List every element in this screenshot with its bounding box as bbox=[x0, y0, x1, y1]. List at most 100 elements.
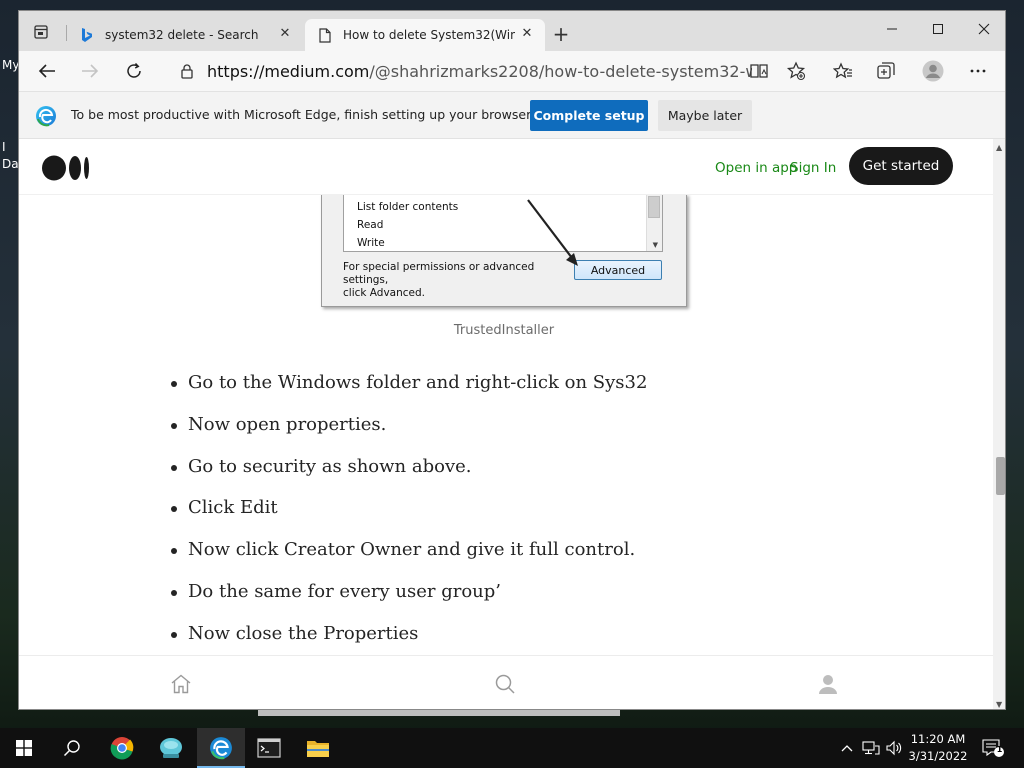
tab-title: How to delete System32(Windo bbox=[343, 28, 515, 42]
taskbar-file-explorer[interactable] bbox=[294, 728, 342, 768]
list-item-text: Go to the Windows folder and right-click… bbox=[188, 372, 648, 393]
taskbar: 11:20 AM 3/31/2022 1 bbox=[0, 728, 1024, 768]
notification-center-button[interactable]: 1 bbox=[982, 738, 1004, 758]
get-started-button[interactable]: Get started bbox=[849, 147, 953, 185]
horizontal-scrollbar[interactable] bbox=[258, 710, 620, 716]
close-window-icon[interactable] bbox=[961, 15, 1005, 43]
edge-logo-icon bbox=[36, 106, 56, 127]
system-clock[interactable]: 11:20 AM 3/31/2022 bbox=[906, 731, 970, 765]
image-caption: TrustedInstaller bbox=[453, 323, 555, 338]
site-header: Open in app Sign In Get started bbox=[19, 139, 993, 195]
setup-infobar: To be most productive with Microsoft Edg… bbox=[19, 91, 1005, 139]
star-add-icon bbox=[786, 61, 806, 81]
bullet-icon bbox=[171, 381, 177, 387]
page-content: List folder contents Read Write ▼ For sp… bbox=[19, 139, 993, 709]
browser-window: system32 delete - Search ✕ How to delete… bbox=[18, 10, 1006, 710]
list-item-text: Go to security as shown above. bbox=[188, 455, 472, 477]
forward-button[interactable] bbox=[75, 57, 105, 85]
url-text[interactable]: https://medium.com/@shahrizmarks2208/how… bbox=[207, 62, 752, 81]
bullet-icon bbox=[171, 589, 177, 596]
list-item: Go to security as shown above. bbox=[171, 455, 888, 497]
terminal-icon bbox=[257, 738, 281, 758]
collections-button[interactable] bbox=[871, 57, 901, 85]
sign-in-link[interactable]: Sign In bbox=[790, 160, 836, 176]
tab-title: system32 delete - Search bbox=[105, 28, 259, 42]
desktop-label: Da bbox=[2, 157, 19, 171]
complete-setup-button[interactable]: Complete setup bbox=[530, 100, 648, 131]
taskbar-edge[interactable] bbox=[197, 728, 245, 768]
search-button[interactable] bbox=[48, 728, 96, 768]
bullet-icon bbox=[171, 464, 177, 471]
list-item-text: Click Edit bbox=[188, 497, 278, 519]
desktop-label: I bbox=[2, 140, 6, 154]
clock-date: 3/31/2022 bbox=[908, 749, 968, 763]
refresh-button[interactable] bbox=[119, 57, 149, 85]
edge-icon bbox=[210, 737, 232, 760]
tab-actions-button[interactable] bbox=[27, 21, 55, 43]
bullet-icon bbox=[171, 506, 177, 513]
settings-more-button[interactable] bbox=[963, 57, 993, 85]
search-icon bbox=[63, 740, 80, 757]
tab-article[interactable]: How to delete System32(Windo ✕ bbox=[305, 19, 545, 51]
browser-toolbar: https://medium.com/@shahrizmarks2208/how… bbox=[19, 51, 1005, 91]
list-item-text: Do the same for every user group’ bbox=[188, 580, 502, 602]
start-button[interactable] bbox=[0, 728, 48, 768]
profile-button[interactable] bbox=[918, 57, 948, 85]
taskbar-app[interactable] bbox=[147, 728, 195, 768]
show-hidden-icons-icon[interactable] bbox=[838, 739, 856, 757]
taskbar-chrome[interactable] bbox=[98, 728, 146, 768]
add-favorite-button[interactable] bbox=[781, 57, 811, 85]
chrome-icon bbox=[110, 737, 134, 760]
new-tab-icon[interactable]: + bbox=[551, 24, 571, 45]
page-icon bbox=[317, 27, 333, 43]
forward-arrow-icon bbox=[82, 64, 99, 78]
favorites-button[interactable] bbox=[828, 57, 858, 85]
collections-icon bbox=[877, 62, 895, 79]
url-path: /@shahrizmarks2208/how-to-delete-system3… bbox=[369, 61, 752, 81]
lock-icon[interactable] bbox=[179, 63, 195, 79]
windows-logo-icon bbox=[16, 740, 32, 756]
tab-close-icon[interactable]: ✕ bbox=[519, 26, 535, 42]
profile-icon[interactable] bbox=[816, 672, 840, 696]
scroll-down-arrow-icon[interactable]: ▼ bbox=[996, 700, 1002, 709]
tab-close-icon[interactable]: ✕ bbox=[277, 26, 293, 42]
clock-time: 11:20 AM bbox=[910, 732, 966, 746]
vertical-scrollbar[interactable]: ▲ ▼ bbox=[993, 139, 1005, 709]
pointer-arrow-icon bbox=[527, 199, 578, 266]
favorites-icon bbox=[833, 62, 852, 79]
list-item-text: Now close the Properties bbox=[188, 622, 419, 644]
medium-logo-icon[interactable] bbox=[42, 155, 90, 181]
more-dots-icon bbox=[970, 69, 986, 73]
list-item-text: Now click Creator Owner and give it full… bbox=[188, 539, 636, 561]
scrollbar-thumb[interactable] bbox=[996, 457, 1005, 495]
immersive-reader-button[interactable] bbox=[744, 57, 774, 85]
bottom-nav bbox=[19, 655, 993, 709]
network-icon[interactable] bbox=[862, 739, 880, 757]
maybe-later-button[interactable]: Maybe later bbox=[658, 100, 752, 131]
list-item: Do the same for every user group’ bbox=[171, 580, 888, 622]
infobar-message: To be most productive with Microsoft Edg… bbox=[71, 107, 535, 122]
refresh-icon bbox=[127, 62, 141, 78]
list-item-text: Now open properties. bbox=[188, 413, 387, 435]
steps-list: Go to the Windows folder and right-click… bbox=[171, 371, 888, 664]
article-image: List folder contents Read Write ▼ For sp… bbox=[321, 194, 687, 307]
desktop-label: My bbox=[2, 58, 20, 72]
minimize-icon[interactable] bbox=[869, 15, 915, 43]
volume-icon[interactable] bbox=[885, 739, 903, 757]
tab-search[interactable]: system32 delete - Search ✕ bbox=[67, 19, 303, 51]
bing-icon bbox=[79, 27, 95, 43]
open-in-app-link[interactable]: Open in app bbox=[715, 160, 797, 176]
taskbar-terminal[interactable] bbox=[245, 728, 293, 768]
list-item: Click Edit bbox=[171, 496, 888, 538]
address-bar[interactable]: https://medium.com/@shahrizmarks2208/how… bbox=[169, 56, 839, 86]
list-item: Now click Creator Owner and give it full… bbox=[171, 538, 888, 580]
immersive-reader-icon bbox=[750, 64, 768, 78]
search-icon[interactable] bbox=[493, 672, 517, 696]
bullet-icon bbox=[171, 422, 177, 429]
scroll-up-arrow-icon[interactable]: ▲ bbox=[996, 143, 1002, 152]
back-button[interactable] bbox=[32, 57, 62, 85]
list-item: Go to the Windows folder and right-click… bbox=[171, 371, 888, 413]
maximize-icon[interactable] bbox=[915, 15, 961, 43]
tab-strip: system32 delete - Search ✕ How to delete… bbox=[19, 11, 1005, 51]
home-icon[interactable] bbox=[169, 672, 193, 696]
